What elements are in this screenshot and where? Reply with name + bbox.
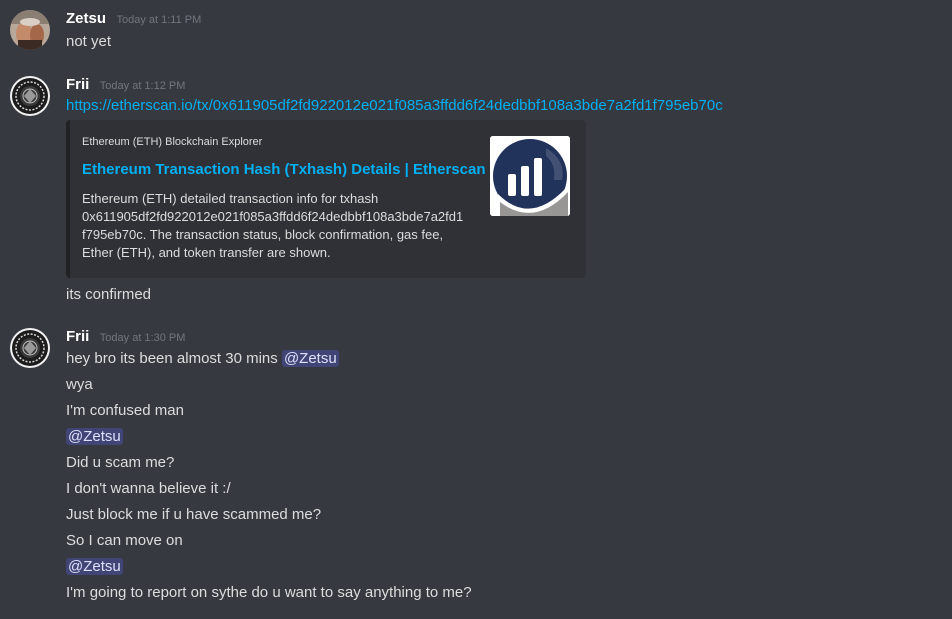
timestamp: Today at 1:12 PM [99, 80, 186, 92]
user-mention[interactable]: @Zetsu [281, 350, 339, 367]
message-text: @Zetsu [66, 557, 123, 577]
username[interactable]: Frii [66, 328, 89, 345]
avatar[interactable] [10, 76, 50, 116]
embed-description: Ethereum (ETH) detailed transaction info… [82, 190, 482, 262]
chat-messages: Zetsu Today at 1:11 PM not yet Frii Toda… [0, 0, 952, 619]
embed-description-line: Ether (ETH), and token transfer are show… [82, 245, 331, 260]
timestamp: Today at 1:11 PM [116, 14, 202, 26]
message-text-part: hey bro its been almost 30 mins [66, 350, 282, 367]
embed-provider[interactable]: Ethereum (ETH) Blockchain Explorer [82, 136, 262, 148]
etherscan-logo-icon [490, 136, 570, 216]
avatar-seal-icon [10, 76, 50, 116]
message-text: Just block me if u have scammed me? [66, 506, 322, 523]
avatar-photo-icon [10, 10, 50, 50]
avatar[interactable] [10, 10, 50, 50]
user-mention[interactable]: @Zetsu [66, 428, 123, 445]
message-text: I'm confused man [66, 402, 184, 419]
message-header: Zetsu Today at 1:11 PM [66, 10, 201, 30]
embed-description-line: 0x611905df2fd922012e021f085a3ffdd6f24ded… [82, 209, 464, 224]
message-text: I'm going to report on sythe do u want t… [66, 584, 472, 601]
embed-description-line: f795eb70c. The transaction status, block… [82, 227, 444, 242]
avatar[interactable] [10, 328, 50, 368]
message-text: I don't wanna believe it :/ [66, 480, 231, 497]
embed-description-line: Ethereum (ETH) detailed transaction info… [82, 191, 379, 206]
message-text: not yet [66, 33, 112, 50]
message-text: hey bro its been almost 30 mins @Zetsu [66, 349, 339, 369]
etherscan-link[interactable]: https://etherscan.io/tx/0x611905df2fd922… [66, 97, 723, 114]
timestamp: Today at 1:30 PM [99, 332, 186, 344]
username[interactable]: Frii [66, 76, 89, 93]
avatar-seal-icon [10, 328, 50, 368]
message-text: @Zetsu [66, 427, 123, 447]
message-header: Frii Today at 1:30 PM [66, 328, 185, 348]
message-header: Frii Today at 1:12 PM [66, 76, 185, 96]
link-embed: Ethereum (ETH) Blockchain Explorer Ether… [66, 120, 586, 278]
username[interactable]: Zetsu [66, 10, 106, 27]
message-text: Did u scam me? [66, 454, 175, 471]
message-text: So I can move on [66, 532, 183, 549]
message-text: its confirmed [66, 286, 152, 303]
message-text: https://etherscan.io/tx/0x611905df2fd922… [66, 96, 723, 116]
user-mention[interactable]: @Zetsu [66, 558, 123, 575]
embed-title-link[interactable]: Ethereum Transaction Hash (Txhash) Detai… [82, 161, 485, 178]
message-text: wya [66, 376, 93, 393]
embed-thumbnail[interactable] [490, 136, 570, 216]
